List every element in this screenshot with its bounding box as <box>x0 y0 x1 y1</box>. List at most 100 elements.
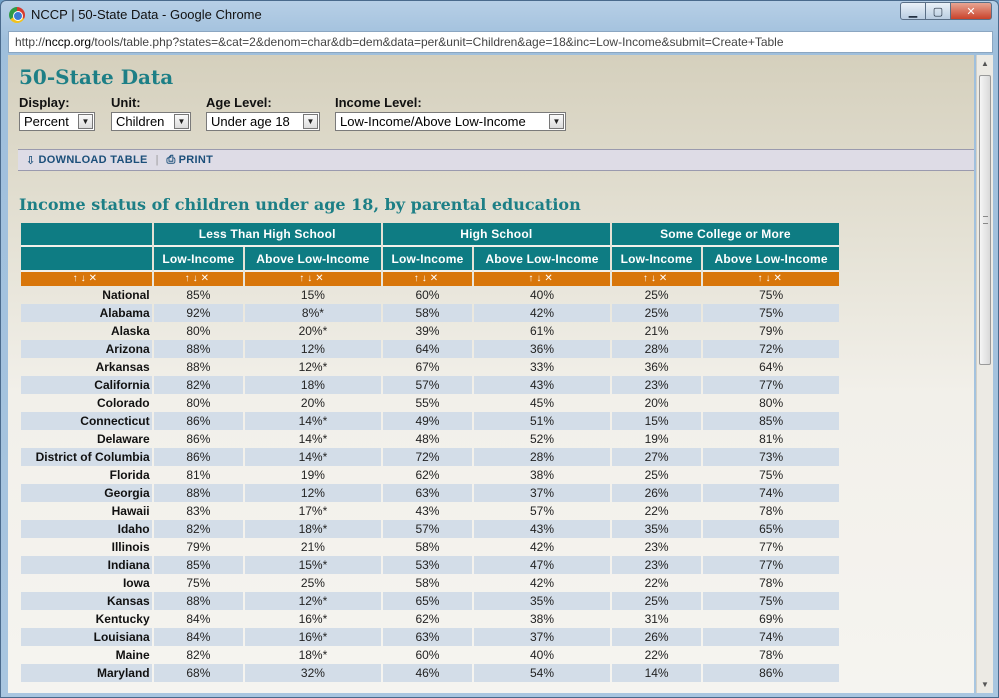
url-path: /tools/table.php?states=&cat=2&denom=cha… <box>91 35 784 49</box>
table-cell: 72% <box>382 448 473 466</box>
url-prefix: http:// <box>15 35 46 49</box>
table-cell: 88% <box>153 592 244 610</box>
chevron-down-icon[interactable]: ▼ <box>174 114 189 129</box>
table-row: Kentucky 84% 16%* 62% 38% 31% 69% <box>21 610 839 628</box>
table-cell: 86% <box>153 412 244 430</box>
unit-value: Children <box>116 114 165 129</box>
minimize-button[interactable]: ▁ <box>900 2 926 20</box>
sort-controls[interactable]: ↑↓✕ <box>245 272 381 286</box>
table-cell: 58% <box>415 540 440 554</box>
table-cell: 12% <box>245 484 381 502</box>
table-cell: 53% <box>382 556 473 574</box>
header-blank <box>21 223 152 247</box>
table-cell: 88% <box>153 484 244 502</box>
table-cell: 47% <box>474 556 610 574</box>
table-cell: 86% <box>703 664 839 682</box>
state-name: Florida <box>109 468 150 482</box>
table-cell: 16%* <box>298 612 328 626</box>
download-table-link[interactable]: ⇩ DOWNLOAD TABLE <box>26 154 148 167</box>
table-cell: 52% <box>530 432 555 446</box>
table-row: Illinois 79% 21% 58% 42% 23% 77% <box>21 538 839 556</box>
state-name: Indiana <box>21 556 152 574</box>
chevron-down-icon[interactable]: ▼ <box>303 114 318 129</box>
sort-controls[interactable]: ↑↓✕ <box>153 272 244 286</box>
table-cell: 67% <box>415 360 440 374</box>
income-level-value: Low-Income/Above Low-Income <box>340 114 526 129</box>
data-table: Less Than High School High School Some C… <box>19 223 841 682</box>
state-name: Maryland <box>21 664 152 682</box>
table-cell: 18%* <box>298 648 328 662</box>
table-cell: 49% <box>382 412 473 430</box>
sort-controls[interactable]: ↑↓✕ <box>382 272 473 286</box>
income-level-select[interactable]: Low-Income/Above Low-Income ▼ <box>335 112 566 131</box>
table-cell: 40% <box>530 648 555 662</box>
close-button[interactable]: ✕ <box>950 2 992 20</box>
table-cell: 26% <box>611 484 702 502</box>
scroll-down-icon[interactable]: ▼ <box>977 676 993 693</box>
table-row: Maine 82% 18%* 60% 40% 22% 78% <box>21 646 839 664</box>
table-body: National 85% 15% 60% 40% 25% 75% Alabama 92% 8%* 5… <box>21 286 839 682</box>
grip-icon <box>983 216 988 224</box>
unit-select[interactable]: Children ▼ <box>111 112 191 131</box>
vertical-scrollbar[interactable]: ▲ ▼ <box>976 55 993 693</box>
table-cell: 80% <box>186 396 211 410</box>
group-header: Some College or More <box>611 223 839 247</box>
table-cell: 42% <box>474 304 610 322</box>
display-label: Display: <box>19 95 70 110</box>
table-cell: 75% <box>186 576 211 590</box>
table-cell: 8%* <box>245 304 381 322</box>
sort-controls[interactable]: ↑↓✕ <box>21 272 152 286</box>
table-row: District of Columbia 86% 14%* 72% 28% 27% 73% <box>21 448 839 466</box>
table-cell: 36% <box>644 360 669 374</box>
table-cell: 73% <box>703 448 839 466</box>
table-cell: 62% <box>415 612 440 626</box>
table-cell: 25% <box>300 576 325 590</box>
maximize-button[interactable]: ▢ <box>925 2 951 20</box>
table-cell: 92% <box>153 304 244 322</box>
column-header: Low-Income <box>382 247 473 272</box>
sort-controls[interactable]: ↑↓✕ <box>703 272 839 286</box>
table-cell: 42% <box>530 540 555 554</box>
table-cell: 23% <box>644 540 669 554</box>
table-cell: 77% <box>703 556 839 574</box>
title-bar: NCCP | 50-State Data - Google Chrome ▁ ▢… <box>1 1 998 29</box>
income-level-label: Income Level: <box>335 95 422 110</box>
url-host: nccp.org <box>45 35 92 49</box>
age-level-select[interactable]: Under age 18 ▼ <box>206 112 320 131</box>
state-name: Connecticut <box>21 412 152 430</box>
table-cell: 12%* <box>245 592 381 610</box>
scroll-thumb[interactable] <box>979 75 991 365</box>
table-toolbar: ⇩ DOWNLOAD TABLE | ⎙ PRINT <box>18 149 974 171</box>
toolbar-separator: | <box>155 154 159 166</box>
table-cell: 84% <box>153 628 244 646</box>
table-cell: 63% <box>382 628 473 646</box>
table-cell: 45% <box>530 396 555 410</box>
table-cell: 25% <box>611 304 702 322</box>
scroll-up-icon[interactable]: ▲ <box>977 55 993 72</box>
print-link[interactable]: ⎙ PRINT <box>166 154 213 167</box>
chevron-down-icon[interactable]: ▼ <box>78 114 93 129</box>
unit-label: Unit: <box>111 95 141 110</box>
table-cell: 55% <box>415 396 440 410</box>
table-cell: 17%* <box>298 504 328 518</box>
table-cell: 62% <box>415 468 440 482</box>
display-select[interactable]: Percent ▼ <box>19 112 95 131</box>
state-name: Illinois <box>111 540 150 554</box>
state-name: Delaware <box>96 432 150 446</box>
sort-controls[interactable]: ↑↓✕ <box>611 272 702 286</box>
table-cell: 79% <box>186 540 211 554</box>
state-name: District of Columbia <box>21 448 152 466</box>
display-control: Display: Percent ▼ <box>19 95 95 131</box>
chrome-logo-icon <box>9 7 25 23</box>
column-header: Low-Income <box>611 247 702 272</box>
table-cell: 36% <box>474 340 610 358</box>
table-row: Maryland 68% 32% 46% 54% 14% 86% <box>21 664 839 682</box>
state-name: Kansas <box>21 592 152 610</box>
table-cell: 14%* <box>245 412 381 430</box>
address-bar[interactable]: http://nccp.org/tools/table.php?states=&… <box>8 31 993 53</box>
chevron-down-icon[interactable]: ▼ <box>549 114 564 129</box>
table-cell: 12%* <box>298 360 328 374</box>
sort-controls[interactable]: ↑↓✕ <box>474 272 610 286</box>
table-cell: 23% <box>611 556 702 574</box>
column-header: Above Low-Income <box>474 247 610 272</box>
